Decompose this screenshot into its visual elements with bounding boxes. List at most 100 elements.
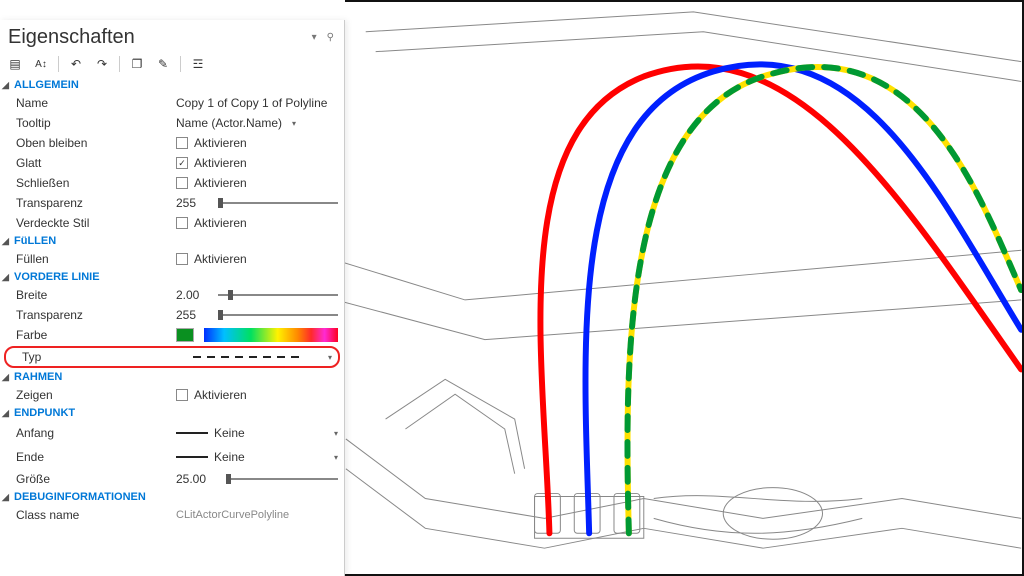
aktivieren-label: Aktivieren — [194, 136, 247, 150]
chevron-down-icon[interactable]: ▾ — [330, 453, 338, 462]
row-oben-bleiben: Oben bleiben Aktivieren — [0, 133, 344, 153]
label-ende: Ende — [16, 450, 176, 464]
section-header-vordere[interactable]: ◢ VORDERE LINIE — [0, 269, 344, 285]
label-oben: Oben bleiben — [16, 136, 176, 150]
slider-transparenz-linie[interactable] — [218, 308, 338, 322]
section-title: ALLGEMEIN — [14, 79, 79, 91]
section-allgemein: ◢ ALLGEMEIN Name Copy 1 of Copy 1 of Pol… — [0, 77, 344, 233]
slider-transparenz[interactable] — [218, 196, 338, 210]
row-schliessen: Schließen Aktivieren — [0, 173, 344, 193]
checkbox-glatt[interactable] — [176, 157, 188, 169]
checkbox-schliessen[interactable] — [176, 177, 188, 189]
row-fuellen: Füllen Aktivieren — [0, 249, 344, 269]
slider-groesse[interactable] — [226, 472, 338, 486]
dropdown-icon[interactable]: ▾ — [312, 32, 317, 43]
row-name: Name Copy 1 of Copy 1 of Polyline — [0, 93, 344, 113]
aktivieren-label: Aktivieren — [194, 388, 247, 402]
value-transparenz[interactable]: 255 — [176, 196, 212, 210]
collapse-icon: ◢ — [2, 492, 10, 503]
row-verdeckte: Verdeckte Stil Aktivieren — [0, 213, 344, 233]
chevron-down-icon[interactable]: ▾ — [324, 353, 332, 362]
value-groesse[interactable]: 25.00 — [176, 472, 220, 486]
section-header-rahmen[interactable]: ◢ RAHMEN — [0, 369, 344, 385]
pin-icon[interactable]: ⚲ — [327, 32, 334, 43]
label-typ: Typ — [22, 350, 174, 364]
label-fuellen: Füllen — [16, 252, 176, 266]
section-rahmen: ◢ RAHMEN Zeigen Aktivieren — [0, 369, 344, 405]
row-farbe: Farbe — [0, 325, 344, 345]
aktivieren-label: Aktivieren — [194, 176, 247, 190]
edit-icon[interactable]: ✎ — [154, 55, 172, 73]
section-title: FüLLEN — [14, 235, 56, 247]
sort-az-icon[interactable]: A↕ — [32, 55, 50, 73]
info-icon[interactable]: ☲ — [189, 55, 207, 73]
endcap-preview — [176, 456, 208, 458]
value-ende[interactable]: Keine — [214, 450, 245, 464]
undo-icon[interactable]: ↶ — [67, 55, 85, 73]
panel-header: Eigenschaften ▾ ⚲ — [0, 20, 344, 51]
line-type-preview — [174, 350, 318, 364]
toolbar-separator — [119, 56, 120, 72]
checkbox-fuellen[interactable] — [176, 253, 188, 265]
3d-viewport[interactable] — [345, 0, 1024, 576]
row-breite: Breite 2.00 — [0, 285, 344, 305]
row-typ[interactable]: Typ ▾ — [4, 346, 340, 368]
label-glatt: Glatt — [16, 156, 176, 170]
section-vordere-linie: ◢ VORDERE LINIE Breite 2.00 Transparenz … — [0, 269, 344, 368]
collapse-icon: ◢ — [2, 272, 10, 283]
label-tooltip: Tooltip — [16, 116, 176, 130]
panel-header-controls: ▾ ⚲ — [312, 32, 334, 43]
label-classname: Class name — [16, 508, 176, 522]
row-ende: Ende Keine ▾ — [0, 445, 344, 469]
checkbox-verdeckte[interactable] — [176, 217, 188, 229]
categorized-icon[interactable]: ▤ — [6, 55, 24, 73]
checkbox-oben[interactable] — [176, 137, 188, 149]
section-title: ENDPUNKT — [14, 407, 75, 419]
cad-drawing — [345, 2, 1022, 574]
section-debug: ◢ DEBUGINFORMATIONEN Class name CLitActo… — [0, 489, 344, 525]
value-classname: CLitActorCurvePolyline — [176, 509, 289, 521]
panel-title: Eigenschaften — [8, 26, 135, 49]
red-cable — [540, 66, 1021, 533]
section-header-debug[interactable]: ◢ DEBUGINFORMATIONEN — [0, 489, 344, 505]
label-breite: Breite — [16, 288, 176, 302]
collapse-icon: ◢ — [2, 408, 10, 419]
aktivieren-label: Aktivieren — [194, 252, 247, 266]
copy-icon[interactable]: ❐ — [128, 55, 146, 73]
section-header-fuellen[interactable]: ◢ FüLLEN — [0, 233, 344, 249]
row-glatt: Glatt Aktivieren — [0, 153, 344, 173]
startcap-preview — [176, 432, 208, 434]
value-tooltip[interactable]: Name (Actor.Name) — [176, 116, 282, 130]
section-title: RAHMEN — [14, 371, 62, 383]
section-header-endpunkt[interactable]: ◢ ENDPUNKT — [0, 405, 344, 421]
toolbar-separator — [180, 56, 181, 72]
row-zeigen: Zeigen Aktivieren — [0, 385, 344, 405]
label-groesse: Größe — [16, 472, 176, 486]
value-name[interactable]: Copy 1 of Copy 1 of Polyline — [176, 96, 327, 110]
row-transparenz: Transparenz 255 — [0, 193, 344, 213]
section-title: DEBUGINFORMATIONEN — [14, 491, 146, 503]
properties-panel: Eigenschaften ▾ ⚲ ▤ A↕ ↶ ↷ ❐ ✎ ☲ ◢ ALLGE… — [0, 20, 345, 576]
row-tooltip: Tooltip Name (Actor.Name) ▾ — [0, 113, 344, 133]
row-transparenz-linie: Transparenz 255 — [0, 305, 344, 325]
label-farbe: Farbe — [16, 328, 176, 342]
section-header-allgemein[interactable]: ◢ ALLGEMEIN — [0, 77, 344, 93]
color-gradient-picker[interactable] — [204, 328, 338, 342]
color-swatch[interactable] — [176, 328, 194, 342]
label-verdeckte: Verdeckte Stil — [16, 216, 176, 230]
label-transparenz: Transparenz — [16, 196, 176, 210]
redo-icon[interactable]: ↷ — [93, 55, 111, 73]
blue-cable — [585, 64, 1021, 533]
value-transparenz[interactable]: 255 — [176, 308, 212, 322]
toolbar-separator — [58, 56, 59, 72]
slider-breite[interactable] — [218, 288, 338, 302]
label-anfang: Anfang — [16, 426, 176, 440]
collapse-icon: ◢ — [2, 236, 10, 247]
checkbox-zeigen[interactable] — [176, 389, 188, 401]
collapse-icon: ◢ — [2, 372, 10, 383]
chevron-down-icon[interactable]: ▾ — [330, 429, 338, 438]
chevron-down-icon[interactable]: ▾ — [288, 119, 296, 128]
value-breite[interactable]: 2.00 — [176, 288, 212, 302]
value-anfang[interactable]: Keine — [214, 426, 245, 440]
label-transparenz: Transparenz — [16, 308, 176, 322]
